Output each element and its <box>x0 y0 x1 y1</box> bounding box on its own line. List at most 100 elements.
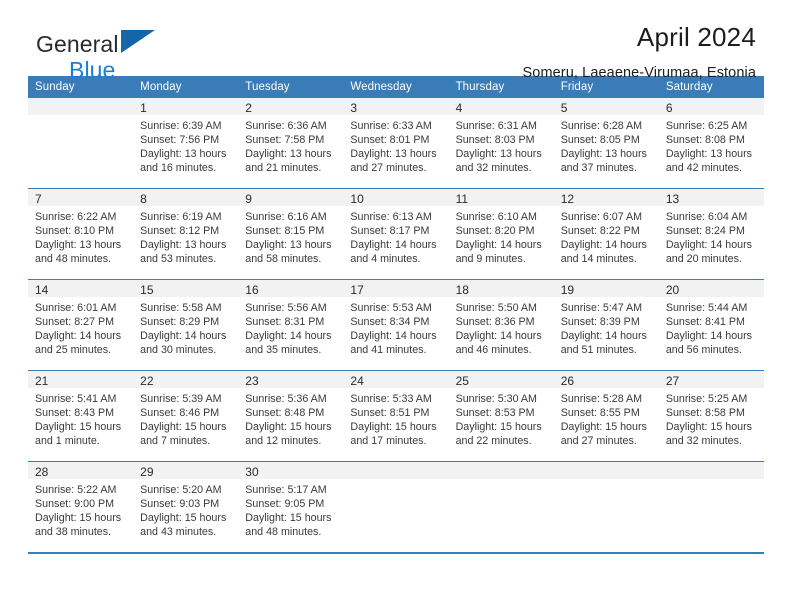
sunset-time: Sunset: 8:39 PM <box>560 316 640 329</box>
daylight-duration-line2: and 22 minutes. <box>455 435 532 448</box>
day-cell[interactable]: 18 Sunrise: 5:50 AM Sunset: 8:36 PM Dayligh… <box>448 279 554 371</box>
day-cell-inner: 9 Sunrise: 6:16 AM Sunset: 8:15 PM Daylight… <box>238 189 344 279</box>
day-cell-inner: 6 Sunrise: 6:25 AM Sunset: 8:08 PM Daylight… <box>658 98 764 188</box>
daylight-duration-line1: Daylight: 15 hours <box>140 512 227 525</box>
day-details: Sunrise: 6:25 AM Sunset: 8:08 PM Daylight:… <box>659 115 764 175</box>
day-cell-inner: 17 Sunrise: 5:53 AM Sunset: 8:34 PM Dayligh… <box>343 280 449 370</box>
day-number: 16 <box>245 283 259 297</box>
day-cell[interactable]: 29 Sunrise: 5:20 AM Sunset: 9:03 PM Dayligh… <box>133 461 239 552</box>
page-title: April 2024 <box>636 22 756 52</box>
day-cell[interactable]: 11 Sunrise: 6:10 AM Sunset: 8:20 PM Dayligh… <box>448 188 554 280</box>
logo-text-general-row: General <box>36 28 157 58</box>
sunset-time: Sunset: 8:24 PM <box>665 225 745 238</box>
day-cell[interactable]: 21 Sunrise: 5:41 AM Sunset: 8:43 PM Dayligh… <box>28 370 134 462</box>
day-cell-inner: 19 Sunrise: 5:47 AM Sunset: 8:39 PM Dayligh… <box>553 280 659 370</box>
day-cell[interactable]: 20 Sunrise: 5:44 AM Sunset: 8:41 PM Dayligh… <box>658 279 764 371</box>
day-number-strip: 10 <box>343 189 449 206</box>
daylight-duration-line1: Daylight: 13 hours <box>665 148 752 161</box>
day-cell[interactable]: 1 Sunrise: 6:39 AM Sunset: 7:56 PM Daylight… <box>133 98 239 189</box>
calendar-week-row: 28 Sunrise: 5:22 AM Sunset: 9:00 PM Dayligh… <box>28 461 764 552</box>
day-details: Sunrise: 5:36 AM Sunset: 8:48 PM Daylight:… <box>238 388 343 448</box>
day-cell[interactable]: 12 Sunrise: 6:07 AM Sunset: 8:22 PM Dayligh… <box>553 188 659 280</box>
day-cell[interactable]: 5 Sunrise: 6:28 AM Sunset: 8:05 PM Daylight… <box>553 98 659 189</box>
day-number: 1 <box>140 101 147 115</box>
day-number-strip: 28 <box>28 462 134 479</box>
day-number-strip: 4 <box>448 98 554 115</box>
sunrise-time: Sunrise: 6:16 AM <box>245 211 327 223</box>
day-number: 17 <box>350 283 364 297</box>
sunset-time: Sunset: 7:56 PM <box>140 134 220 147</box>
day-number-strip: 9 <box>238 189 344 206</box>
day-details: Sunrise: 6:01 AM Sunset: 8:27 PM Daylight:… <box>28 297 133 357</box>
day-details: Sunrise: 5:17 AM Sunset: 9:05 PM Daylight:… <box>238 479 343 539</box>
calendar-page: General Blue April 2024 Someru, Laeaene-… <box>0 0 792 612</box>
day-cell[interactable]: 2 Sunrise: 6:36 AM Sunset: 7:58 PM Daylight… <box>238 98 344 189</box>
day-cell[interactable]: 23 Sunrise: 5:36 AM Sunset: 8:48 PM Dayligh… <box>238 370 344 462</box>
day-number-strip <box>448 462 554 479</box>
day-cell[interactable]: 27 Sunrise: 5:25 AM Sunset: 8:58 PM Dayligh… <box>658 370 764 462</box>
sunrise-time: Sunrise: 5:56 AM <box>245 302 327 314</box>
day-cell[interactable]: 9 Sunrise: 6:16 AM Sunset: 8:15 PM Daylight… <box>238 188 344 280</box>
day-number: 25 <box>455 374 469 388</box>
day-number-strip: 14 <box>28 280 134 297</box>
day-cell[interactable]: 8 Sunrise: 6:19 AM Sunset: 8:12 PM Daylight… <box>133 188 239 280</box>
daylight-duration-line1: Daylight: 13 hours <box>140 239 227 252</box>
daylight-duration-line2: and 41 minutes. <box>350 344 427 357</box>
day-cell[interactable]: 24 Sunrise: 5:33 AM Sunset: 8:51 PM Dayligh… <box>343 370 449 462</box>
daylight-duration-line1: Daylight: 13 hours <box>350 148 437 161</box>
day-cell-inner <box>343 462 449 552</box>
day-number-strip <box>658 462 764 479</box>
daylight-duration-line2: and 51 minutes. <box>560 344 637 357</box>
sunset-time: Sunset: 8:41 PM <box>665 316 745 329</box>
day-cell[interactable]: 30 Sunrise: 5:17 AM Sunset: 9:05 PM Dayligh… <box>238 461 344 552</box>
day-cell[interactable]: 17 Sunrise: 5:53 AM Sunset: 8:34 PM Dayligh… <box>343 279 449 371</box>
day-cell-inner: 1 Sunrise: 6:39 AM Sunset: 7:56 PM Daylight… <box>133 98 239 188</box>
day-cell[interactable]: 13 Sunrise: 6:04 AM Sunset: 8:24 PM Dayligh… <box>658 188 764 280</box>
day-number-strip <box>553 462 659 479</box>
day-number: 6 <box>665 101 673 115</box>
sunset-time: Sunset: 8:58 PM <box>665 407 745 420</box>
day-cell[interactable]: 3 Sunrise: 6:33 AM Sunset: 8:01 PM Daylight… <box>343 98 449 189</box>
day-cell-inner: 27 Sunrise: 5:25 AM Sunset: 8:58 PM Dayligh… <box>658 371 764 461</box>
day-cell[interactable]: 26 Sunrise: 5:28 AM Sunset: 8:55 PM Dayligh… <box>553 370 659 462</box>
day-cell-inner: 5 Sunrise: 6:28 AM Sunset: 8:05 PM Daylight… <box>553 98 659 188</box>
weekday-header-wednesday: Wednesday <box>343 76 449 98</box>
day-number: 19 <box>560 283 575 297</box>
daylight-duration-line1: Daylight: 15 hours <box>35 421 122 434</box>
sunset-time: Sunset: 9:03 PM <box>140 498 220 511</box>
day-number: 5 <box>560 101 568 115</box>
day-cell[interactable]: 15 Sunrise: 5:58 AM Sunset: 8:29 PM Dayligh… <box>133 279 239 371</box>
day-number: 21 <box>35 374 49 388</box>
day-cell[interactable]: 7 Sunrise: 6:22 AM Sunset: 8:10 PM Daylight… <box>28 188 134 280</box>
day-number-strip: 30 <box>238 462 344 479</box>
day-cell[interactable]: 22 Sunrise: 5:39 AM Sunset: 8:46 PM Dayligh… <box>133 370 239 462</box>
day-cell-inner: 15 Sunrise: 5:58 AM Sunset: 8:29 PM Dayligh… <box>133 280 239 370</box>
day-details: Sunrise: 6:36 AM Sunset: 7:58 PM Daylight:… <box>238 115 343 175</box>
day-cell[interactable]: 25 Sunrise: 5:30 AM Sunset: 8:53 PM Dayligh… <box>448 370 554 462</box>
sunset-time: Sunset: 9:00 PM <box>35 498 115 511</box>
day-cell-inner: 21 Sunrise: 5:41 AM Sunset: 8:43 PM Dayligh… <box>28 371 134 461</box>
sunrise-time: Sunrise: 6:19 AM <box>140 211 222 223</box>
day-number: 15 <box>140 283 154 297</box>
day-number: 4 <box>455 101 463 115</box>
day-cell[interactable]: 19 Sunrise: 5:47 AM Sunset: 8:39 PM Dayligh… <box>553 279 659 371</box>
day-cell[interactable]: 16 Sunrise: 5:56 AM Sunset: 8:31 PM Dayligh… <box>238 279 344 371</box>
day-cell[interactable]: 14 Sunrise: 6:01 AM Sunset: 8:27 PM Dayligh… <box>28 279 134 371</box>
sunset-time: Sunset: 8:27 PM <box>35 316 115 329</box>
day-cell[interactable]: 4 Sunrise: 6:31 AM Sunset: 8:03 PM Daylight… <box>448 98 554 189</box>
daylight-duration-line2: and 9 minutes. <box>455 253 526 266</box>
sunrise-time: Sunrise: 6:22 AM <box>35 211 117 223</box>
daylight-duration-line2: and 20 minutes. <box>665 253 742 266</box>
day-number-strip: 5 <box>553 98 659 115</box>
day-cell[interactable]: 6 Sunrise: 6:25 AM Sunset: 8:08 PM Daylight… <box>658 98 764 189</box>
day-cell[interactable]: 10 Sunrise: 6:13 AM Sunset: 8:17 PM Dayligh… <box>343 188 449 280</box>
sunrise-time: Sunrise: 5:53 AM <box>350 302 432 314</box>
day-cell-inner: 20 Sunrise: 5:44 AM Sunset: 8:41 PM Dayligh… <box>658 280 764 370</box>
day-number-strip: 3 <box>343 98 449 115</box>
daylight-duration-line2: and 35 minutes. <box>245 344 322 357</box>
day-cell[interactable]: 28 Sunrise: 5:22 AM Sunset: 9:00 PM Dayligh… <box>28 461 134 552</box>
daylight-duration-line2: and 42 minutes. <box>665 162 742 175</box>
sunrise-time: Sunrise: 6:39 AM <box>140 120 222 132</box>
day-details: Sunrise: 5:44 AM Sunset: 8:41 PM Daylight:… <box>659 297 764 357</box>
sunrise-time: Sunrise: 6:33 AM <box>350 120 432 132</box>
